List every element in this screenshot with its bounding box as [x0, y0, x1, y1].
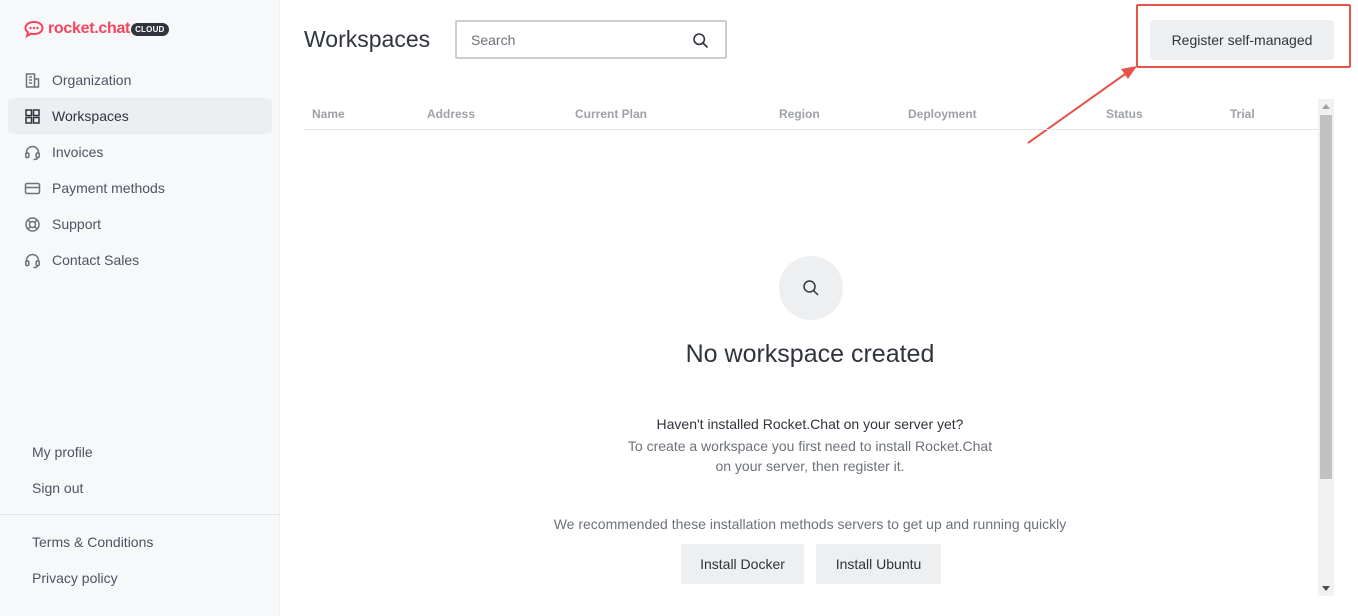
cloud-badge: CLOUD: [131, 22, 169, 36]
empty-state-description-line: To create a workspace you first need to …: [627, 438, 993, 454]
vertical-scrollbar[interactable]: [1318, 99, 1334, 596]
column-region[interactable]: Region: [779, 107, 820, 121]
search-input[interactable]: [471, 31, 681, 48]
sidebar-item-label: Support: [52, 216, 102, 232]
installation-recommendation: We recommended these installation method…: [553, 516, 1067, 532]
scroll-up-arrow-icon[interactable]: [1322, 104, 1330, 109]
sidebar: rocket.chat CLOUD Organization Workspace…: [0, 0, 280, 616]
sidebar-item-contact-sales[interactable]: Contact Sales: [8, 242, 272, 278]
sign-out-link[interactable]: Sign out: [32, 470, 93, 506]
privacy-policy-link[interactable]: Privacy policy: [32, 560, 153, 596]
sidebar-item-label: Workspaces: [52, 108, 129, 124]
install-docker-button[interactable]: Install Docker: [681, 544, 804, 584]
headset-icon: [24, 252, 41, 269]
sidebar-divider: [0, 514, 280, 515]
page-title: Workspaces: [304, 26, 431, 52]
empty-state-title: No workspace created: [685, 340, 935, 368]
lifebuoy-icon: [24, 216, 41, 233]
headset-icon: [24, 144, 41, 161]
account-links: My profile Sign out: [32, 434, 93, 506]
scrollbar-thumb[interactable]: [1320, 115, 1332, 479]
sidebar-item-label: Payment methods: [52, 180, 165, 196]
install-ubuntu-button[interactable]: Install Ubuntu: [816, 544, 941, 584]
column-current-plan[interactable]: Current Plan: [575, 107, 647, 121]
grid-icon: [24, 108, 41, 125]
column-name[interactable]: Name: [312, 107, 345, 121]
column-status[interactable]: Status: [1106, 107, 1143, 121]
empty-state-question: Haven't installed Rocket.Chat on your se…: [656, 416, 964, 432]
sidebar-item-invoices[interactable]: Invoices: [8, 134, 272, 170]
register-self-managed-button[interactable]: Register self-managed: [1150, 20, 1334, 60]
empty-state-search-icon: [779, 256, 843, 320]
building-icon: [24, 72, 41, 89]
rocket-chat-logo-icon: [24, 20, 44, 39]
empty-state-description-line: on your server, then register it.: [715, 458, 905, 474]
search-box: [455, 20, 727, 59]
sidebar-item-organization[interactable]: Organization: [8, 62, 272, 98]
sidebar-item-payment-methods[interactable]: Payment methods: [8, 170, 272, 206]
brand-name: rocket.chat: [48, 20, 131, 37]
workspaces-table-header: Name Address Current Plan Region Deploym…: [304, 100, 1318, 130]
scroll-down-arrow-icon[interactable]: [1322, 586, 1330, 591]
column-deployment[interactable]: Deployment: [908, 107, 977, 121]
terms-link[interactable]: Terms & Conditions: [32, 524, 153, 560]
sidebar-nav: Organization Workspaces Invoices Payment…: [8, 62, 272, 278]
empty-state-description: To create a workspace you first need to …: [560, 436, 1060, 476]
sidebar-item-support[interactable]: Support: [8, 206, 272, 242]
rocket-chat-logo[interactable]: rocket.chat CLOUD: [24, 18, 169, 40]
column-address[interactable]: Address: [427, 107, 475, 121]
sidebar-item-label: Contact Sales: [52, 252, 140, 268]
sidebar-item-label: Invoices: [52, 144, 104, 160]
legal-links: Terms & Conditions Privacy policy: [32, 524, 153, 596]
credit-card-icon: [24, 180, 41, 197]
sidebar-item-label: Organization: [52, 72, 132, 88]
column-trial[interactable]: Trial: [1230, 107, 1255, 121]
sidebar-item-workspaces[interactable]: Workspaces: [8, 98, 272, 134]
my-profile-link[interactable]: My profile: [32, 434, 93, 470]
search-icon[interactable]: [692, 32, 709, 49]
